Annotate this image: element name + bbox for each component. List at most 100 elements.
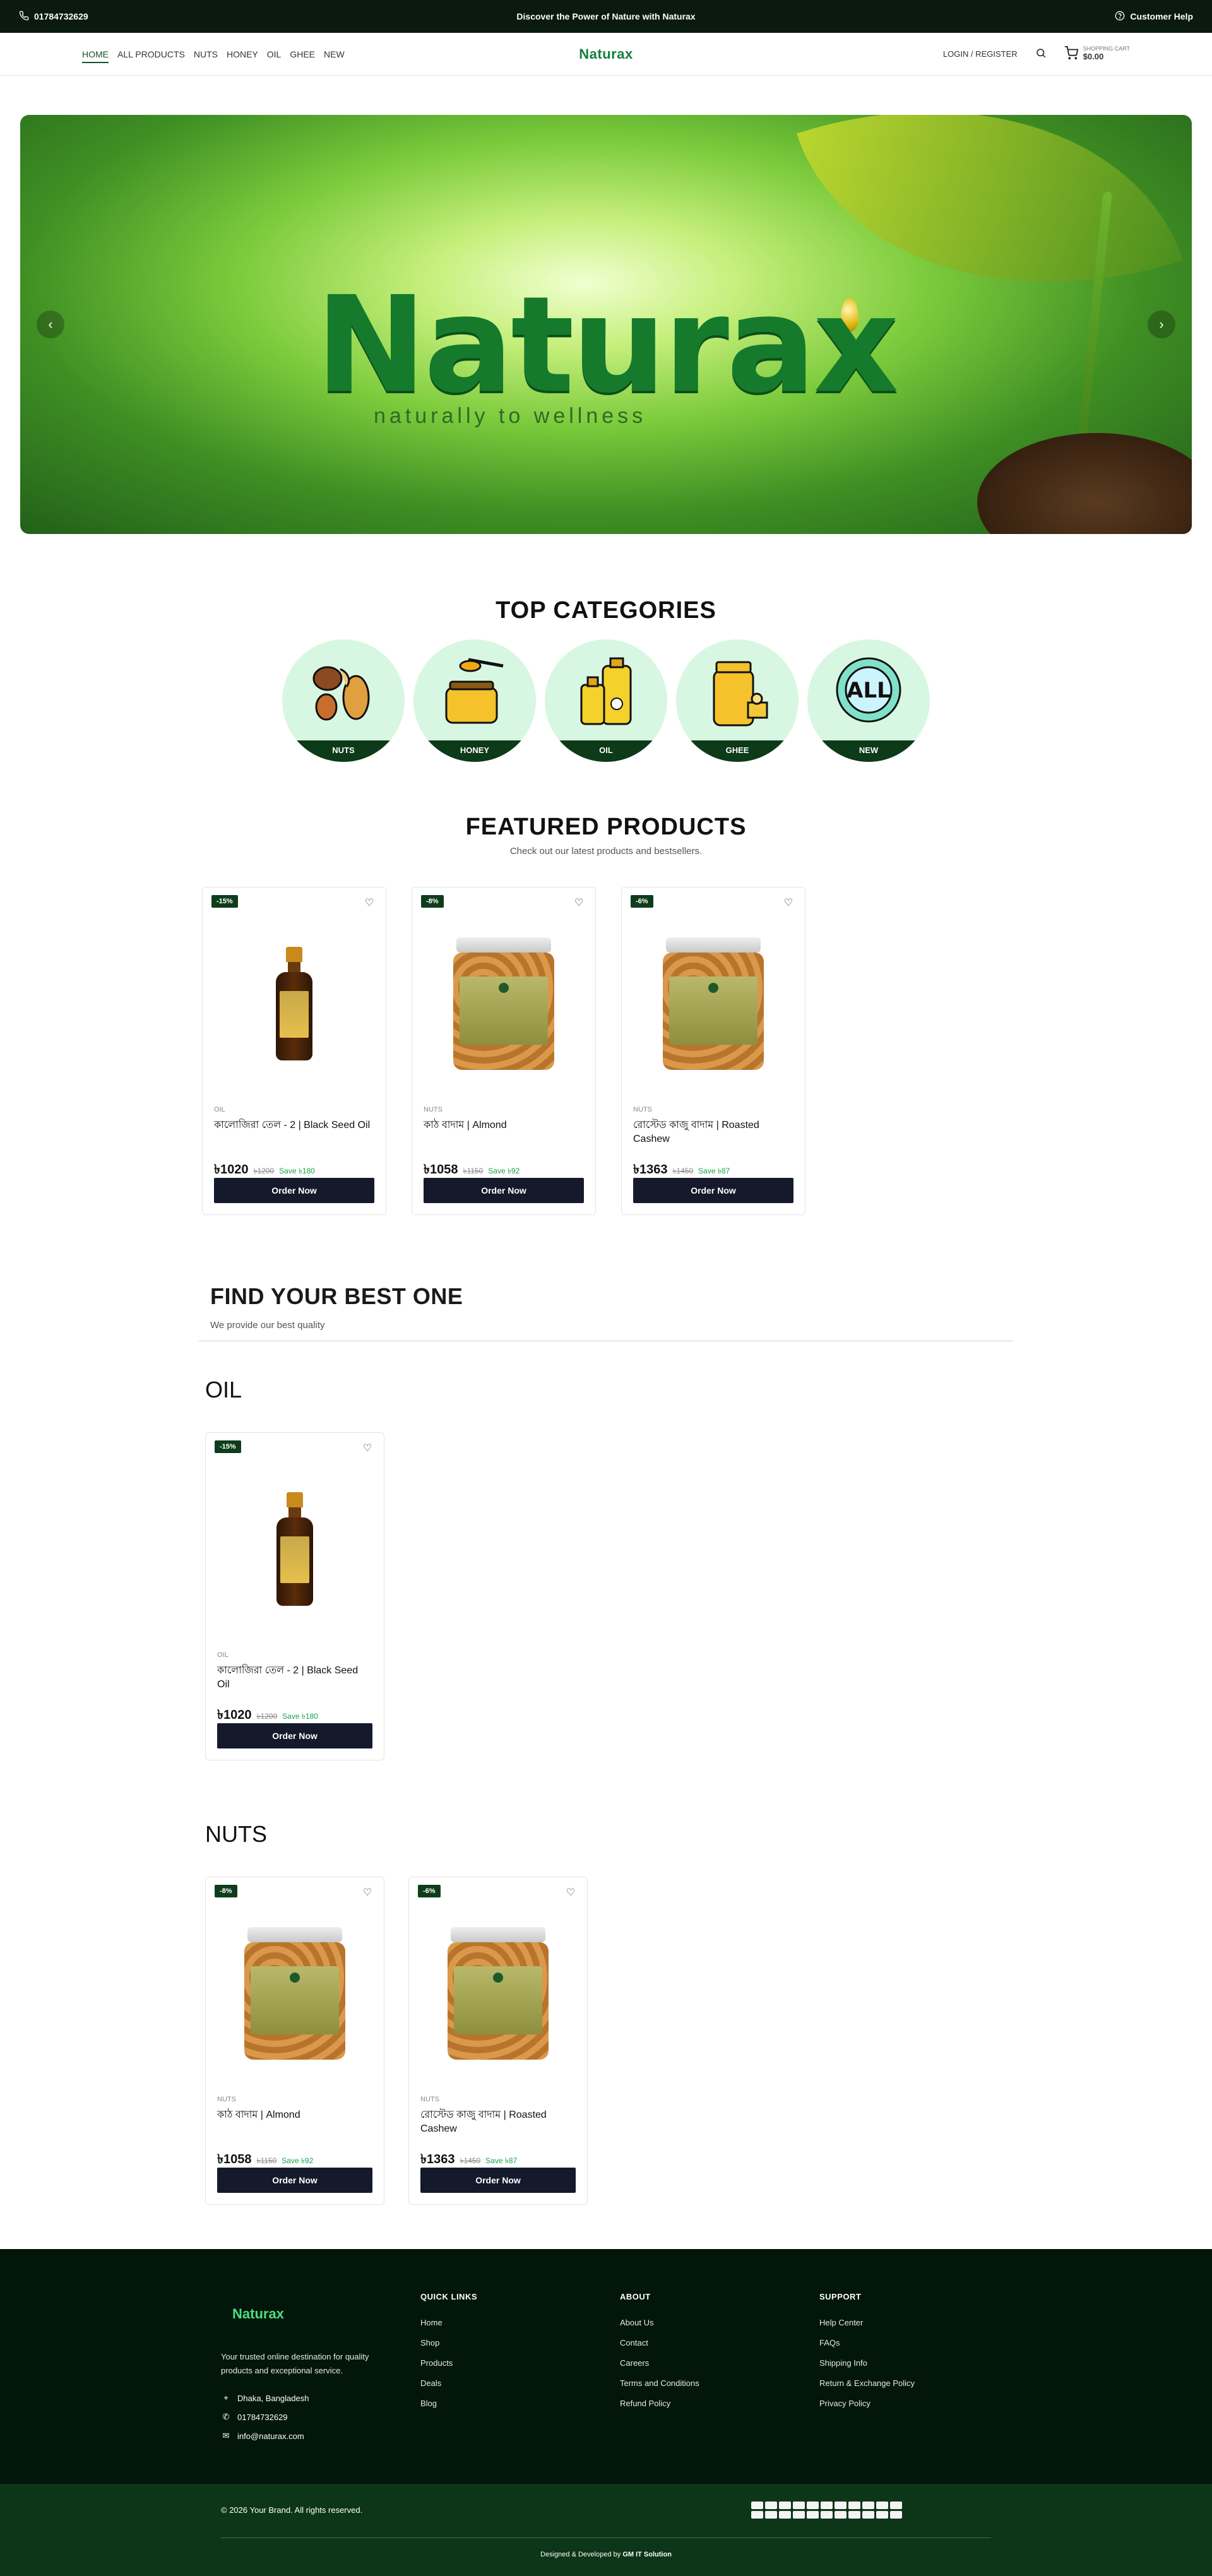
product-title[interactable]: কাঠ বাদাম | Almond (217, 2108, 372, 2136)
footer-link-privacy[interactable]: Privacy Policy (819, 2399, 1019, 2408)
cart-total: $0.00 (1083, 52, 1104, 62)
order-now-button[interactable]: Order Now (420, 2168, 576, 2193)
hero-next-button[interactable]: › (1148, 311, 1175, 338)
category-list: NUTS HONEY OIL GHEE ALL NEW (0, 639, 1212, 762)
nav-all-products[interactable]: ALL PRODUCTS (117, 45, 185, 63)
footer-address-text: Dhaka, Bangladesh (237, 2393, 309, 2403)
footer-support: SUPPORT Help Center FAQs Shipping Info R… (819, 2292, 1019, 2450)
footer-link-shop[interactable]: Shop (420, 2338, 620, 2347)
product-title[interactable]: রোস্টেড কাজু বাদাম | Roasted Cashew (420, 2108, 576, 2136)
product-image[interactable] (633, 915, 793, 1092)
footer-link-return[interactable]: Return & Exchange Policy (819, 2378, 1019, 2388)
product-old-price: ৳1200 (253, 1166, 275, 1175)
heart-icon[interactable]: ♡ (363, 896, 376, 909)
product-card[interactable]: -6% ♡ NUTS রোস্টেড কাজু বাদাম | Roasted … (408, 1877, 588, 2205)
product-title[interactable]: রোস্টেড কাজু বাদাম | Roasted Cashew (633, 1119, 793, 1146)
footer-link-deals[interactable]: Deals (420, 2378, 620, 2388)
footer-link-careers[interactable]: Careers (620, 2358, 819, 2368)
footer-link-blog[interactable]: Blog (420, 2399, 620, 2408)
footer-phone-text: 01784732629 (237, 2412, 288, 2422)
footer-phone[interactable]: ✆ 01784732629 (221, 2412, 420, 2422)
product-image[interactable] (424, 915, 584, 1092)
product-image[interactable] (217, 1905, 372, 2082)
nuts-section: NUTS -8% ♡ NUTS কাঠ বাদাম | Almond ৳1058… (199, 1821, 1013, 2205)
footer-link-about-us[interactable]: About Us (620, 2318, 819, 2327)
oil-icon (545, 653, 667, 729)
footer-brand-column: Naturax Your trusted online destination … (221, 2292, 420, 2450)
nuts-product-list: -8% ♡ NUTS কাঠ বাদাম | Almond ৳1058 ৳115… (205, 1877, 1013, 2205)
footer-link-contact[interactable]: Contact (620, 2338, 819, 2347)
nav-oil[interactable]: OIL (267, 45, 282, 63)
nut-jar-image (448, 1927, 549, 2060)
developer-name[interactable]: GM IT Solution (622, 2551, 672, 2558)
discount-badge: -6% (418, 1885, 441, 1897)
product-card[interactable]: -15% ♡ OIL কালোজিরা তেল - 2 | Black Seed… (205, 1432, 384, 1760)
oil-bottle-image (276, 1492, 313, 1606)
topbar-phone[interactable]: 01784732629 (19, 11, 88, 23)
phone-icon: ✆ (222, 2412, 230, 2422)
product-old-price: ৳1150 (256, 2156, 277, 2165)
footer-email[interactable]: ✉ info@naturax.com (221, 2431, 420, 2441)
order-now-button[interactable]: Order Now (217, 1723, 372, 1748)
discount-badge: -15% (211, 895, 238, 908)
copyright: © 2026 Your Brand. All rights reserved. (221, 2505, 363, 2515)
footer-link-products[interactable]: Products (420, 2358, 620, 2368)
header-actions: LOGIN / REGISTER SHOPPING CART $0.00 (943, 46, 1130, 62)
category-honey[interactable]: HONEY (413, 639, 536, 762)
footer-link-terms[interactable]: Terms and Conditions (620, 2378, 819, 2388)
order-now-button[interactable]: Order Now (424, 1178, 584, 1203)
developer-credit: Designed & Developed by GM IT Solution (0, 2551, 1212, 2558)
hero-brand-text: Naturax (315, 268, 899, 422)
topbar-phone-number: 01784732629 (34, 11, 88, 21)
category-ghee[interactable]: GHEE (676, 639, 799, 762)
oil-section-title: OIL (205, 1377, 242, 1403)
main-header: HOME ALL PRODUCTS NUTS HONEY OIL GHEE NE… (0, 33, 1212, 76)
order-now-button[interactable]: Order Now (217, 2168, 372, 2193)
topbar-announcement: Discover the Power of Nature with Natura… (516, 11, 696, 21)
login-register-link[interactable]: LOGIN / REGISTER (943, 49, 1018, 59)
hero-soil-decoration (977, 433, 1192, 534)
customer-help-link[interactable]: Customer Help (1115, 11, 1193, 23)
product-image[interactable] (217, 1461, 372, 1637)
footer-link-shipping[interactable]: Shipping Info (819, 2358, 1019, 2368)
product-card[interactable]: -6% ♡ NUTS রোস্টেড কাজু বাদাম | Roasted … (621, 887, 805, 1215)
order-now-button[interactable]: Order Now (214, 1178, 374, 1203)
product-title[interactable]: কাঠ বাদাম | Almond (424, 1119, 584, 1146)
site-logo[interactable]: Naturax (579, 46, 633, 62)
product-image[interactable] (420, 1905, 576, 2082)
product-card[interactable]: -8% ♡ NUTS কাঠ বাদাম | Almond ৳1058 ৳115… (205, 1877, 384, 2205)
product-title[interactable]: কালোজিরা তেল - 2 | Black Seed Oil (214, 1119, 374, 1146)
product-card[interactable]: -8% ♡ NUTS কাঠ বাদাম | Almond ৳1058 ৳115… (412, 887, 596, 1215)
heart-icon[interactable]: ♡ (782, 896, 795, 909)
product-title[interactable]: কালোজিরা তেল - 2 | Black Seed Oil (217, 1664, 372, 1692)
nav-home[interactable]: HOME (82, 45, 109, 63)
category-nuts[interactable]: NUTS (282, 639, 405, 762)
heart-icon[interactable]: ♡ (361, 1442, 374, 1454)
nav-honey[interactable]: HONEY (227, 45, 258, 63)
shopping-cart[interactable]: SHOPPING CART $0.00 (1064, 46, 1130, 62)
product-category: OIL (217, 1651, 229, 1659)
category-new[interactable]: ALL NEW (807, 639, 930, 762)
footer-quick-links-title: QUICK LINKS (420, 2292, 477, 2301)
footer-link-help-center[interactable]: Help Center (819, 2318, 1019, 2327)
heart-icon[interactable]: ♡ (564, 1886, 577, 1899)
nav-nuts[interactable]: NUTS (194, 45, 218, 63)
product-card[interactable]: -15% ♡ OIL কালোজিরা তেল - 2 | Black Seed… (202, 887, 386, 1215)
footer-logo[interactable]: Naturax (232, 2306, 420, 2322)
product-image[interactable] (214, 915, 374, 1092)
hero-prev-button[interactable]: ‹ (37, 311, 64, 338)
search-icon[interactable] (1035, 47, 1047, 61)
site-footer: Naturax Your trusted online destination … (0, 2249, 1212, 2484)
heart-icon[interactable]: ♡ (361, 1886, 374, 1899)
nav-new[interactable]: NEW (324, 45, 345, 63)
footer-link-faqs[interactable]: FAQs (819, 2338, 1019, 2347)
chevron-right-icon: › (1159, 316, 1164, 332)
product-category: NUTS (217, 2096, 236, 2103)
nav-ghee[interactable]: GHEE (290, 45, 315, 63)
category-oil[interactable]: OIL (545, 639, 667, 762)
footer-link-refund[interactable]: Refund Policy (620, 2399, 819, 2408)
footer-link-home[interactable]: Home (420, 2318, 620, 2327)
location-pin-icon: ⌖ (223, 2393, 229, 2403)
heart-icon[interactable]: ♡ (573, 896, 585, 909)
order-now-button[interactable]: Order Now (633, 1178, 793, 1203)
